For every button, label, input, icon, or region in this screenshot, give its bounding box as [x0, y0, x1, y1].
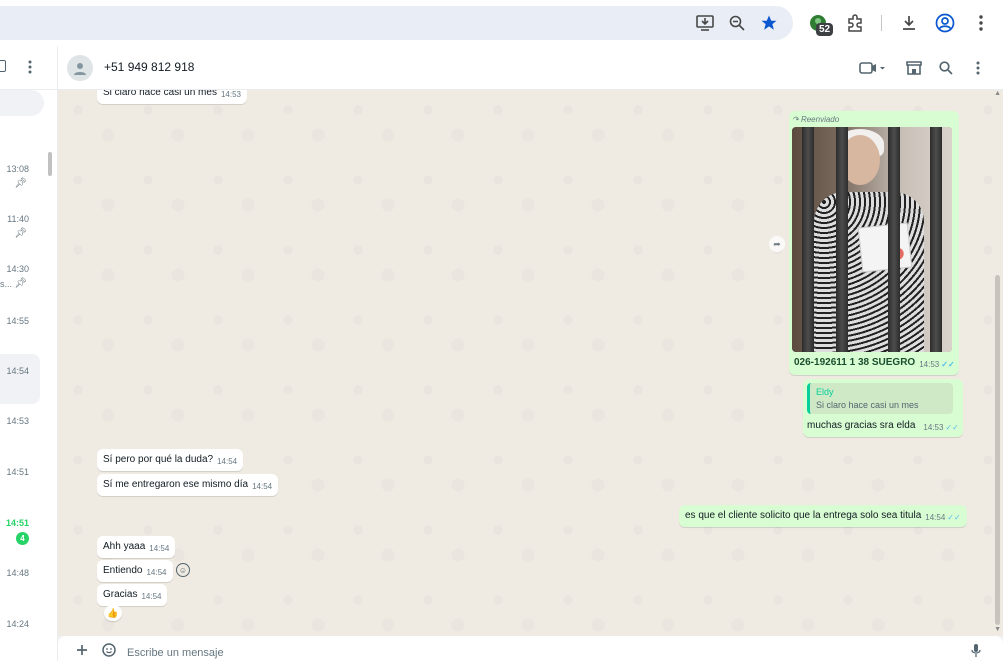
chat-list-scrollbar[interactable]: [48, 152, 52, 176]
new-chat-icon[interactable]: [0, 60, 6, 72]
message-scrollbar[interactable]: [995, 275, 1000, 625]
message-time: 14:54: [925, 513, 946, 522]
incoming-message[interactable]: Ahh yaaa 14:54: [97, 536, 176, 558]
chat-time: 14:51: [6, 467, 29, 477]
scroll-up-arrow-icon[interactable]: ▲: [994, 90, 1001, 97]
read-receipt-icon: ✓✓: [947, 513, 961, 522]
message-input[interactable]: Escribe un mensaje: [58, 636, 1003, 661]
address-bar[interactable]: [0, 6, 793, 40]
message-time: 14:54: [141, 592, 162, 601]
incoming-message[interactable]: Si claro hace casi un mes 14:53: [97, 90, 247, 104]
conversation-menu-icon[interactable]: [967, 57, 989, 79]
message-placeholder: Escribe un mensaje: [127, 647, 224, 659]
extension-badge: 52: [816, 23, 834, 36]
message-text: es que el cliente solicito que la entreg…: [685, 510, 922, 521]
sticker-emoji-icon[interactable]: [101, 642, 117, 658]
message-list[interactable]: Si claro hace casi un mes 14:53 ↷ Reenvia…: [58, 90, 1003, 636]
message-time: 14:53: [919, 360, 940, 369]
chat-time: 11:40: [7, 214, 29, 224]
message-time: 14:54: [146, 568, 167, 577]
message-text: Sí pero por qué la duda?: [103, 454, 214, 465]
install-app-icon[interactable]: [693, 11, 717, 35]
quoted-message[interactable]: Eldy Si claro hace casi un mes: [807, 383, 953, 414]
incoming-message[interactable]: Gracias 14:54: [97, 584, 168, 606]
quote-text: Si claro hace casi un mes: [816, 400, 919, 410]
zoom-icon[interactable]: [725, 11, 749, 35]
read-receipt-icon: ✓✓: [941, 360, 955, 369]
forwarded-label: ↷ Reenviado: [792, 115, 840, 124]
contact-name[interactable]: +51 949 812 918: [104, 60, 194, 74]
catalog-store-icon[interactable]: [903, 57, 925, 79]
message-time: 14:54: [217, 457, 238, 466]
message-time: 14:54: [149, 544, 170, 553]
forwarded-image-message[interactable]: ↷ Reenviado 026-192611 1 38 SUEGRO 14:53 ✓…: [789, 111, 959, 375]
bookmark-star-icon[interactable]: [757, 11, 781, 35]
incoming-message[interactable]: Sí pero por qué la duda? 14:54: [97, 449, 244, 471]
selected-chat-highlight: [0, 354, 40, 404]
chat-time: 14:51: [5, 518, 29, 528]
extensions-puzzle-icon[interactable]: [843, 11, 867, 35]
pin-icon: 📌︎: [14, 178, 27, 189]
chat-time: 14:30: [6, 264, 29, 274]
microphone-icon[interactable]: [968, 642, 984, 658]
unread-count-badge: 4: [16, 532, 29, 545]
message-text: muchas gracias sra elda: [807, 420, 916, 431]
attach-plus-icon[interactable]: [74, 642, 90, 658]
chat-list-header: [0, 46, 57, 90]
shared-photo[interactable]: [792, 127, 952, 352]
incoming-message[interactable]: Entiendo 14:54: [97, 560, 173, 582]
image-caption: 026-192611 1 38 SUEGRO: [794, 357, 916, 368]
pin-icon: 📌︎: [14, 228, 27, 239]
thumbs-up-reaction[interactable]: 👍: [104, 605, 122, 621]
download-icon[interactable]: [897, 11, 921, 35]
emoji-reaction-icon[interactable]: ☺: [176, 563, 190, 577]
forward-icon[interactable]: ➦: [769, 236, 785, 252]
outgoing-message[interactable]: es que el cliente solicito que la entreg…: [679, 505, 967, 527]
forwarded-icon: ↷: [792, 115, 801, 124]
video-call-icon[interactable]: [857, 57, 889, 79]
message-text: Ahh yaaa: [103, 541, 146, 552]
chat-preview-fragment: s...: [0, 279, 13, 289]
toolbar-divider: [881, 15, 882, 31]
message-composer: Escribe un mensaje: [58, 636, 1003, 661]
contact-avatar[interactable]: [67, 55, 93, 81]
reply-message[interactable]: Eldy Si claro hace casi un mes muchas gr…: [803, 379, 963, 437]
quote-author: Eldy: [816, 387, 834, 397]
chat-search-input[interactable]: [0, 90, 44, 116]
message-text: Gracias: [103, 589, 138, 600]
chat-list-panel: 13:08 📌︎ 11:40 📌︎ 14:30 s... 📌︎ 14:55 14…: [0, 46, 58, 661]
profile-icon[interactable]: [933, 11, 957, 35]
chat-list-menu-icon[interactable]: [28, 60, 32, 77]
incoming-message[interactable]: Sí me entregaron ese mismo día 14:54: [97, 474, 279, 496]
message-time: 14:53: [220, 90, 241, 99]
chrome-menu-icon[interactable]: [969, 11, 993, 35]
chat-time: 13:08: [6, 164, 29, 174]
chat-time: 14:54: [6, 366, 29, 376]
chat-time: 14:48: [6, 568, 29, 578]
message-text: Si claro hace casi un mes: [103, 90, 217, 98]
pin-icon: 📌︎: [14, 278, 27, 289]
read-receipt-icon: ✓✓: [945, 423, 959, 432]
message-text: Entiendo: [103, 565, 143, 576]
message-text: Sí me entregaron ese mismo día: [103, 479, 249, 490]
scroll-down-arrow-icon[interactable]: ▼: [994, 626, 1001, 633]
chat-time: 14:24: [6, 619, 29, 629]
chat-time: 14:53: [6, 416, 29, 426]
conversation-header[interactable]: +51 949 812 918: [58, 46, 1003, 90]
message-time: 14:54: [252, 482, 273, 491]
search-icon[interactable]: [935, 57, 957, 79]
chat-time: 14:55: [6, 316, 29, 326]
browser-toolbar: 52: [0, 0, 1003, 46]
message-time: 14:53: [923, 423, 944, 432]
